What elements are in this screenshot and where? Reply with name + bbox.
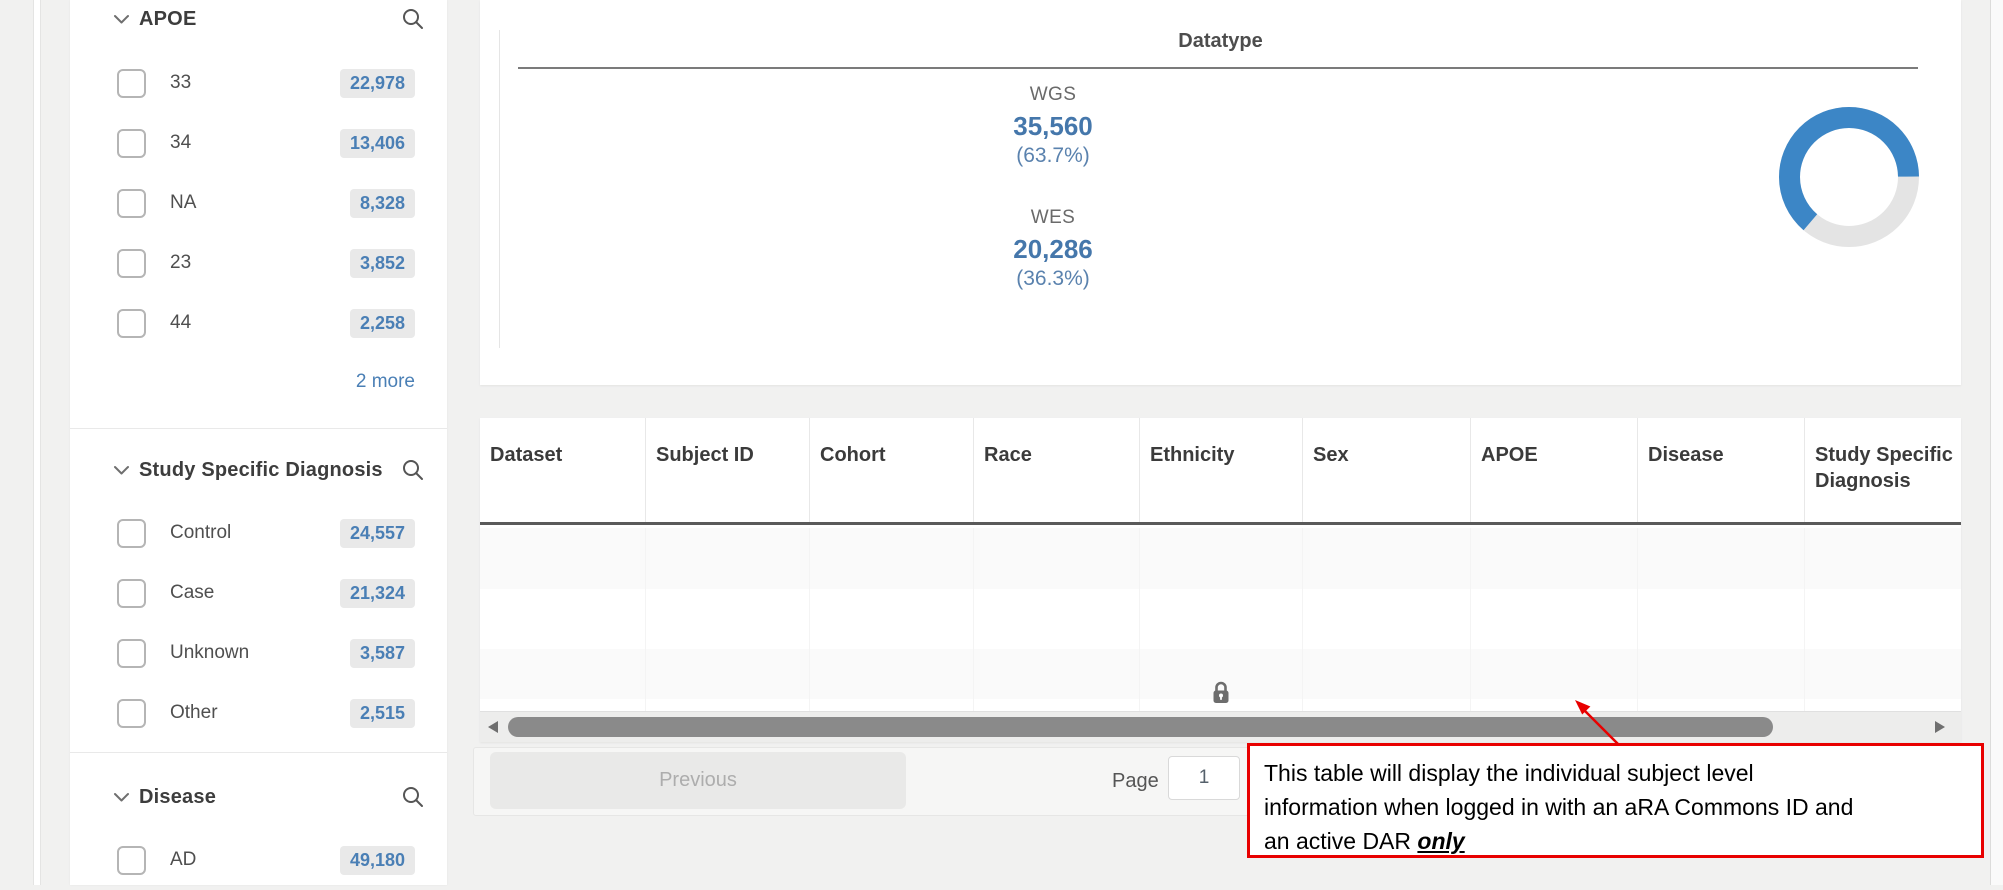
stat-percent-wes: (36.3%) [913,267,1193,291]
column-header-subject-id[interactable]: Subject ID [646,418,810,522]
section-title: Study Specific Diagnosis [139,459,383,482]
filter-count-badge: 3,852 [350,249,415,278]
page-label: Page [1112,748,1159,815]
filter-count-badge: 2,258 [350,309,415,338]
scrollbar-thumb[interactable] [508,717,1773,737]
filter-count-badge: 49,180 [340,846,415,875]
filter-row: 34 13,406 [70,113,447,173]
section-header-apoe[interactable]: APOE [70,3,447,35]
chart-stats: WGS 35,560 (63.7%) WES 20,286 (36.3%) [913,84,1193,291]
scroll-left-icon[interactable] [488,721,498,733]
column-header-dataset[interactable]: Dataset [480,418,646,522]
checkbox[interactable] [117,249,146,278]
chart-title: Datatype [480,30,1961,53]
section-title: Disease [139,786,216,809]
chevron-down-icon[interactable] [113,465,130,476]
divider [70,752,447,753]
checkbox[interactable] [117,309,146,338]
filter-items-apoe: 33 22,978 34 13,406 NA 8,328 23 3,852 44 2,258 [70,53,447,353]
search-icon[interactable] [401,458,425,482]
chevron-down-icon[interactable] [113,14,130,25]
chart-axis-line [499,30,500,348]
annotation-line3: an active DAR [1264,828,1417,854]
stat-label-wes: WES [913,207,1193,229]
filter-row: 44 2,258 [70,293,447,353]
page-input[interactable] [1168,756,1240,800]
filter-label: Control [170,522,231,544]
lock-icon [1212,691,1230,708]
section-title: APOE [139,8,196,31]
filter-count-badge: 2,515 [350,699,415,728]
filter-label: 33 [170,72,191,94]
filter-label: 23 [170,252,191,274]
filter-count-badge: 8,328 [350,189,415,218]
filter-sidebar: APOE 33 22,978 34 13,406 NA 8,328 23 3,852 44 2,2… [70,0,447,885]
column-header-apoe[interactable]: APOE [1471,418,1638,522]
page: { "sidebar": { "sections": [ { "title": … [0,0,2003,885]
donut-chart [1774,102,1924,252]
subjects-table: DatasetSubject IDCohortRaceEthnicitySexA… [480,418,1961,742]
checkbox[interactable] [117,519,146,548]
right-edge-panel [1990,0,2003,885]
checkbox[interactable] [117,699,146,728]
filter-row: Other 2,515 [70,683,447,743]
stat-percent-wgs: (63.7%) [913,144,1193,168]
column-header-disease[interactable]: Disease [1638,418,1805,522]
stat-value-wes: 20,286 [913,234,1193,265]
filter-count-badge: 3,587 [350,639,415,668]
filter-label: AD [170,849,196,871]
filter-count-badge: 13,406 [340,129,415,158]
filter-row: NA 8,328 [70,173,447,233]
column-header-study-specific-diagnosis[interactable]: Study Specific Diagnosis [1805,418,1961,522]
section-header-study-specific-diagnosis[interactable]: Study Specific Diagnosis [70,454,447,486]
filter-count-badge: 21,324 [340,579,415,608]
horizontal-scrollbar[interactable] [480,711,1961,742]
filter-label: 34 [170,132,191,154]
table-body: You only have access to summary data [480,528,1961,730]
filter-row: Control 24,557 [70,503,447,563]
previous-button[interactable]: Previous [490,752,906,809]
filter-row: 23 3,852 [70,233,447,293]
left-edge-panel [33,0,41,885]
scroll-right-icon[interactable] [1935,721,1945,733]
filter-label: Other [170,702,218,724]
datatype-chart-panel: Datatype WGS 35,560 (63.7%) WES 20,286 (… [480,0,1961,385]
show-more-link[interactable]: 2 more [356,371,415,393]
checkbox[interactable] [117,639,146,668]
filter-row: Case 21,324 [70,563,447,623]
filter-count-badge: 24,557 [340,519,415,548]
checkbox[interactable] [117,579,146,608]
stat-label-wgs: WGS [913,84,1193,106]
filter-count-badge: 22,978 [340,69,415,98]
checkbox[interactable] [117,189,146,218]
annotation-callout: This table will display the individual s… [1247,743,1984,858]
column-header-sex[interactable]: Sex [1303,418,1471,522]
column-header-race[interactable]: Race [974,418,1140,522]
annotation-line1: This table will display the individual s… [1264,760,1754,786]
checkbox[interactable] [117,129,146,158]
divider [70,428,447,429]
filter-row: Unknown 3,587 [70,623,447,683]
search-icon[interactable] [401,7,425,31]
search-icon[interactable] [401,785,425,809]
checkbox[interactable] [117,846,146,875]
section-header-disease[interactable]: Disease [70,781,447,813]
chart-title-rule [518,67,1918,69]
annotation-line2: information when logged in with an aRA C… [1264,794,1853,820]
column-header-cohort[interactable]: Cohort [810,418,974,522]
column-header-ethnicity[interactable]: Ethnicity [1140,418,1303,522]
filter-label: 44 [170,312,191,334]
chevron-down-icon[interactable] [113,792,130,803]
filter-label: Case [170,582,214,604]
checkbox[interactable] [117,69,146,98]
filter-label: NA [170,192,196,214]
filter-row: 33 22,978 [70,53,447,113]
annotation-emphasis: only [1417,828,1464,854]
filter-label: Unknown [170,642,249,664]
table-header-row: DatasetSubject IDCohortRaceEthnicitySexA… [480,418,1961,525]
filter-row: AD 49,180 [70,830,447,890]
filter-items-disease: AD 49,180 [70,830,447,890]
stat-value-wgs: 35,560 [913,111,1193,142]
filter-items-study-specific-diagnosis: Control 24,557 Case 21,324 Unknown 3,587 Other… [70,503,447,743]
